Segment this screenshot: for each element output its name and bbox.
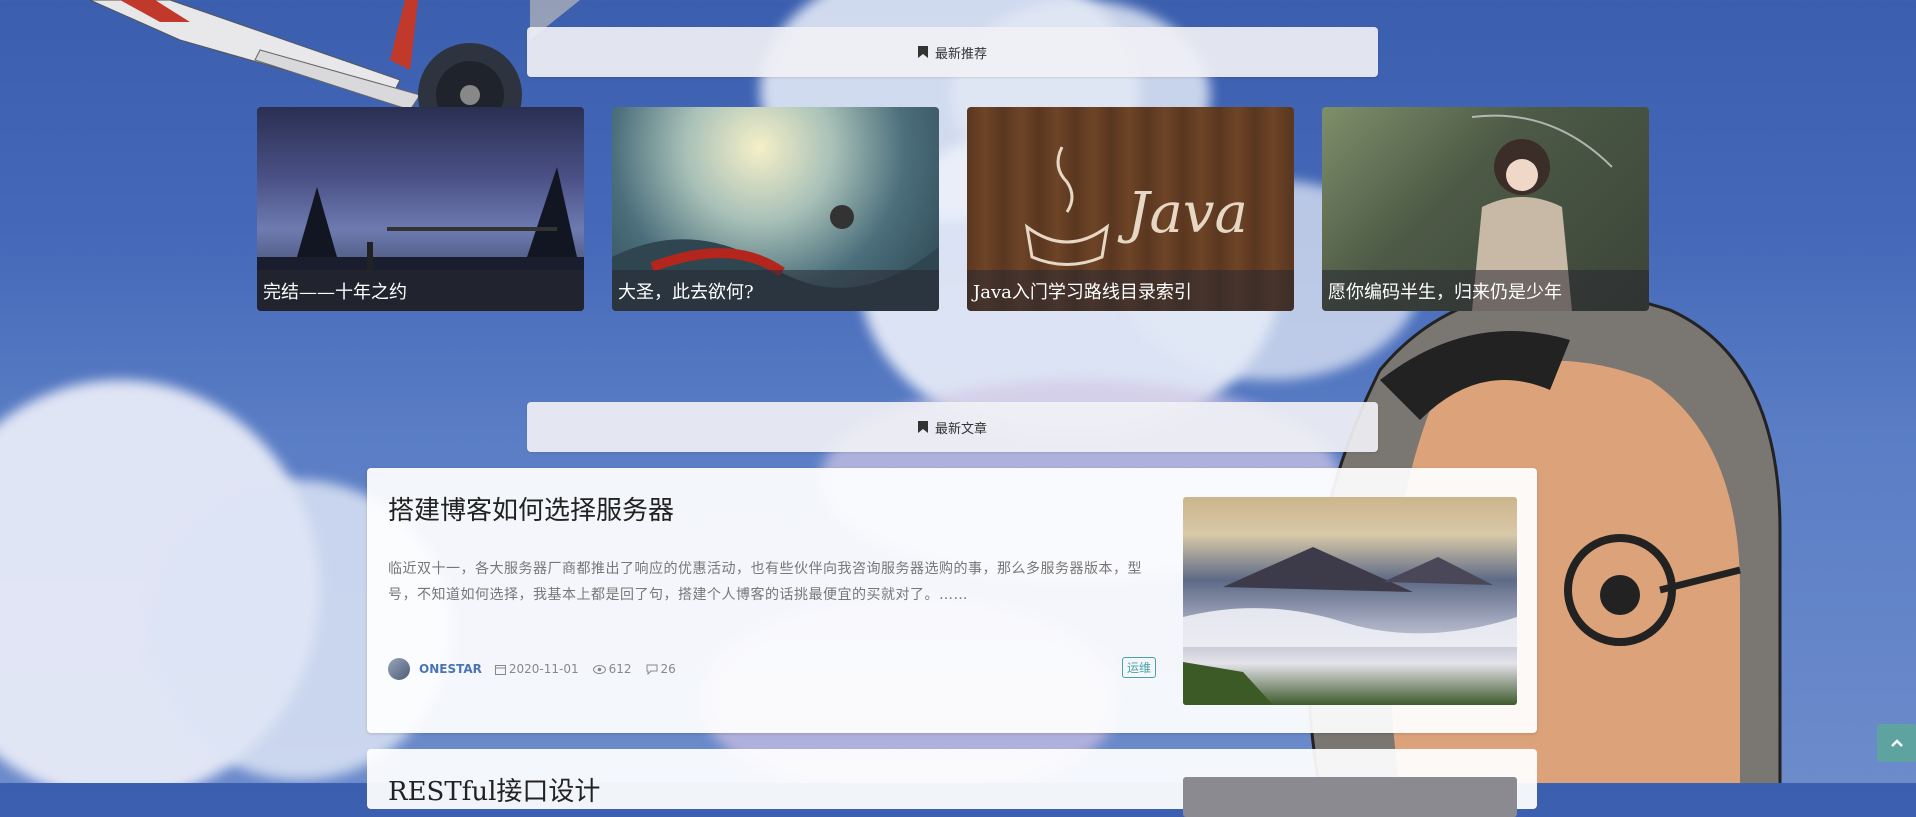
comments-meta: 26 <box>646 662 676 676</box>
date-meta: 2020-11-01 <box>494 662 579 676</box>
recommend-section-header: 最新推荐 <box>527 27 1378 77</box>
bookmark-icon <box>917 46 928 58</box>
article-thumbnail[interactable] <box>1183 497 1517 705</box>
article-tag[interactable]: 运维 <box>1122 657 1157 678</box>
recommend-card-1[interactable]: 完结——十年之约 <box>257 107 584 311</box>
article-views: 612 <box>608 662 632 676</box>
article-description: 临近双十一，各大服务器厂商都推出了响应的优惠活动，也有些伙伴向我咨询服务器选购的… <box>388 561 1142 603</box>
chevron-up-icon <box>1890 739 1903 747</box>
article-title-2[interactable]: RESTful接口设计 <box>388 771 600 808</box>
article-comments: 26 <box>660 662 676 676</box>
article-date: 2020-11-01 <box>508 662 579 676</box>
article-thumbnail-2[interactable] <box>1183 777 1517 817</box>
recommend-card-3[interactable]: Java Java入门学习路线目录索引 <box>967 107 1294 311</box>
card-title: 大圣，此去欲何? <box>612 270 939 311</box>
card-title: 愿你编码半生，归来仍是少年 <box>1322 270 1649 311</box>
card-title: 完结——十年之约 <box>257 270 584 311</box>
article-title[interactable]: 搭建博客如何选择服务器 <box>388 490 674 527</box>
back-to-top-button[interactable] <box>1877 724 1916 762</box>
card-title: Java入门学习路线目录索引 <box>967 270 1294 311</box>
recommend-card-4[interactable]: 愿你编码半生，归来仍是少年 <box>1322 107 1649 311</box>
bookmark-icon <box>917 421 928 433</box>
eye-icon <box>592 664 606 674</box>
recommend-card-2[interactable]: 大圣，此去欲何? <box>612 107 939 311</box>
article-card-2[interactable]: RESTful接口设计 <box>367 749 1537 817</box>
comment-icon <box>646 664 658 675</box>
latest-section-title: 最新文章 <box>934 421 987 437</box>
article-meta: ONESTAR 2020-11-01 612 26 <box>388 658 690 680</box>
calendar-icon <box>494 664 506 675</box>
latest-section-header: 最新文章 <box>527 402 1378 452</box>
recommend-section-title: 最新推荐 <box>934 46 987 62</box>
article-card[interactable]: 搭建博客如何选择服务器 临近双十一，各大服务器厂商都推出了响应的优惠活动，也有些… <box>367 468 1537 733</box>
views-meta: 612 <box>592 662 632 676</box>
author-name[interactable]: ONESTAR <box>419 662 482 676</box>
author-avatar[interactable] <box>388 658 410 680</box>
java-logo-text: Java <box>1117 181 1248 246</box>
